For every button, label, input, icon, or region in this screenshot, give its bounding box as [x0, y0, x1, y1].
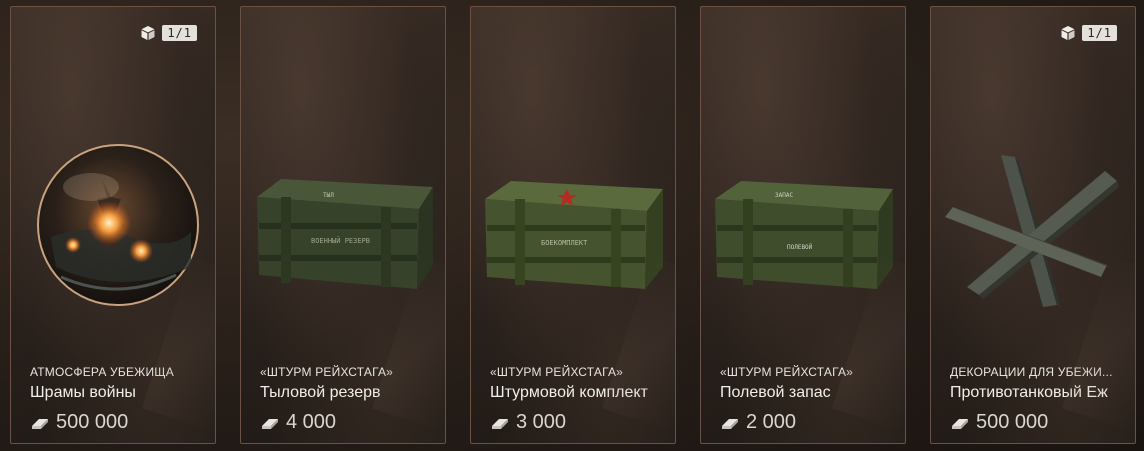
ingot-icon: [952, 418, 968, 429]
item-category: АТМОСФЕРА УБЕЖИЩА: [30, 365, 174, 379]
svg-text:ТЫЛ: ТЫЛ: [323, 192, 334, 199]
ownership-badge: 1/1: [140, 25, 197, 41]
svg-text:ВОЕННЫЙ РЕЗЕРВ: ВОЕННЫЙ РЕЗЕРВ: [311, 236, 370, 245]
czech-hedgehog-image: [945, 155, 1119, 307]
ammo-crate-image: БОЕКОМПЛЕКТ: [485, 181, 663, 289]
item-category: «ШТУРМ РЕЙХСТАГА»: [720, 365, 854, 379]
box-icon: [141, 26, 155, 40]
ingot-icon: [492, 418, 508, 429]
item-price: 4 000: [260, 411, 336, 434]
ownership-count: 1/1: [162, 25, 197, 41]
svg-text:ПОЛЕВОЙ: ПОЛЕВОЙ: [787, 244, 813, 251]
ingot-icon: [32, 418, 48, 429]
shop-items-row: 1/1 АТМОСФЕРА УБЕЖИЩА Шрамы войны 500 00…: [0, 0, 1144, 451]
price-value: 2 000: [746, 411, 797, 433]
shop-card-czech-hedgehog[interactable]: 1/1 ДЕКОРАЦИИ ДЛЯ УБЕЖИ... Противотанков…: [930, 6, 1136, 444]
item-name: Противотанковый Еж: [950, 384, 1108, 401]
shop-card-field-supply[interactable]: ЗАПАС ПОЛЕВОЙ «ШТУРМ РЕЙХСТАГА» Полевой …: [700, 6, 906, 444]
ingot-icon: [722, 418, 738, 429]
item-price: 2 000: [720, 411, 796, 434]
item-category: «ШТУРМ РЕЙХСТАГА»: [490, 365, 624, 379]
item-category: ДЕКОРАЦИИ ДЛЯ УБЕЖИ...: [950, 365, 1113, 379]
price-value: 3 000: [516, 411, 567, 433]
price-value: 500 000: [976, 411, 1049, 433]
box-icon: [1061, 26, 1075, 40]
shop-card-assault-kit[interactable]: БОЕКОМПЛЕКТ «ШТУРМ РЕЙХСТАГА» Штурмовой …: [470, 6, 676, 444]
item-name: Полевой запас: [720, 384, 831, 401]
item-price: 500 000: [950, 411, 1048, 434]
svg-text:ЗАПАС: ЗАПАС: [775, 192, 793, 199]
shop-card-rear-reserve[interactable]: ВОЕННЫЙ РЕЗЕРВ ТЫЛ «ШТУРМ РЕЙХСТАГА» Тыл…: [240, 6, 446, 444]
item-name: Штурмовой комплект: [490, 384, 648, 401]
ammo-crate-image: ВОЕННЫЙ РЕЗЕРВ ТЫЛ: [257, 179, 433, 289]
price-value: 4 000: [286, 411, 337, 433]
item-price: 500 000: [30, 411, 128, 434]
globe-image: [37, 144, 199, 306]
item-price: 3 000: [490, 411, 566, 434]
ownership-count: 1/1: [1082, 25, 1117, 41]
ownership-badge: 1/1: [1060, 25, 1117, 41]
item-category: «ШТУРМ РЕЙХСТАГА»: [260, 365, 394, 379]
ingot-icon: [262, 418, 278, 429]
price-value: 500 000: [56, 411, 129, 433]
item-name: Тыловой резерв: [260, 384, 381, 401]
svg-text:БОЕКОМПЛЕКТ: БОЕКОМПЛЕКТ: [541, 239, 588, 247]
ammo-crate-image: ЗАПАС ПОЛЕВОЙ: [715, 181, 893, 289]
item-name: Шрамы войны: [30, 384, 136, 401]
shop-card-war-scars[interactable]: 1/1 АТМОСФЕРА УБЕЖИЩА Шрамы войны 500 00…: [10, 6, 216, 444]
